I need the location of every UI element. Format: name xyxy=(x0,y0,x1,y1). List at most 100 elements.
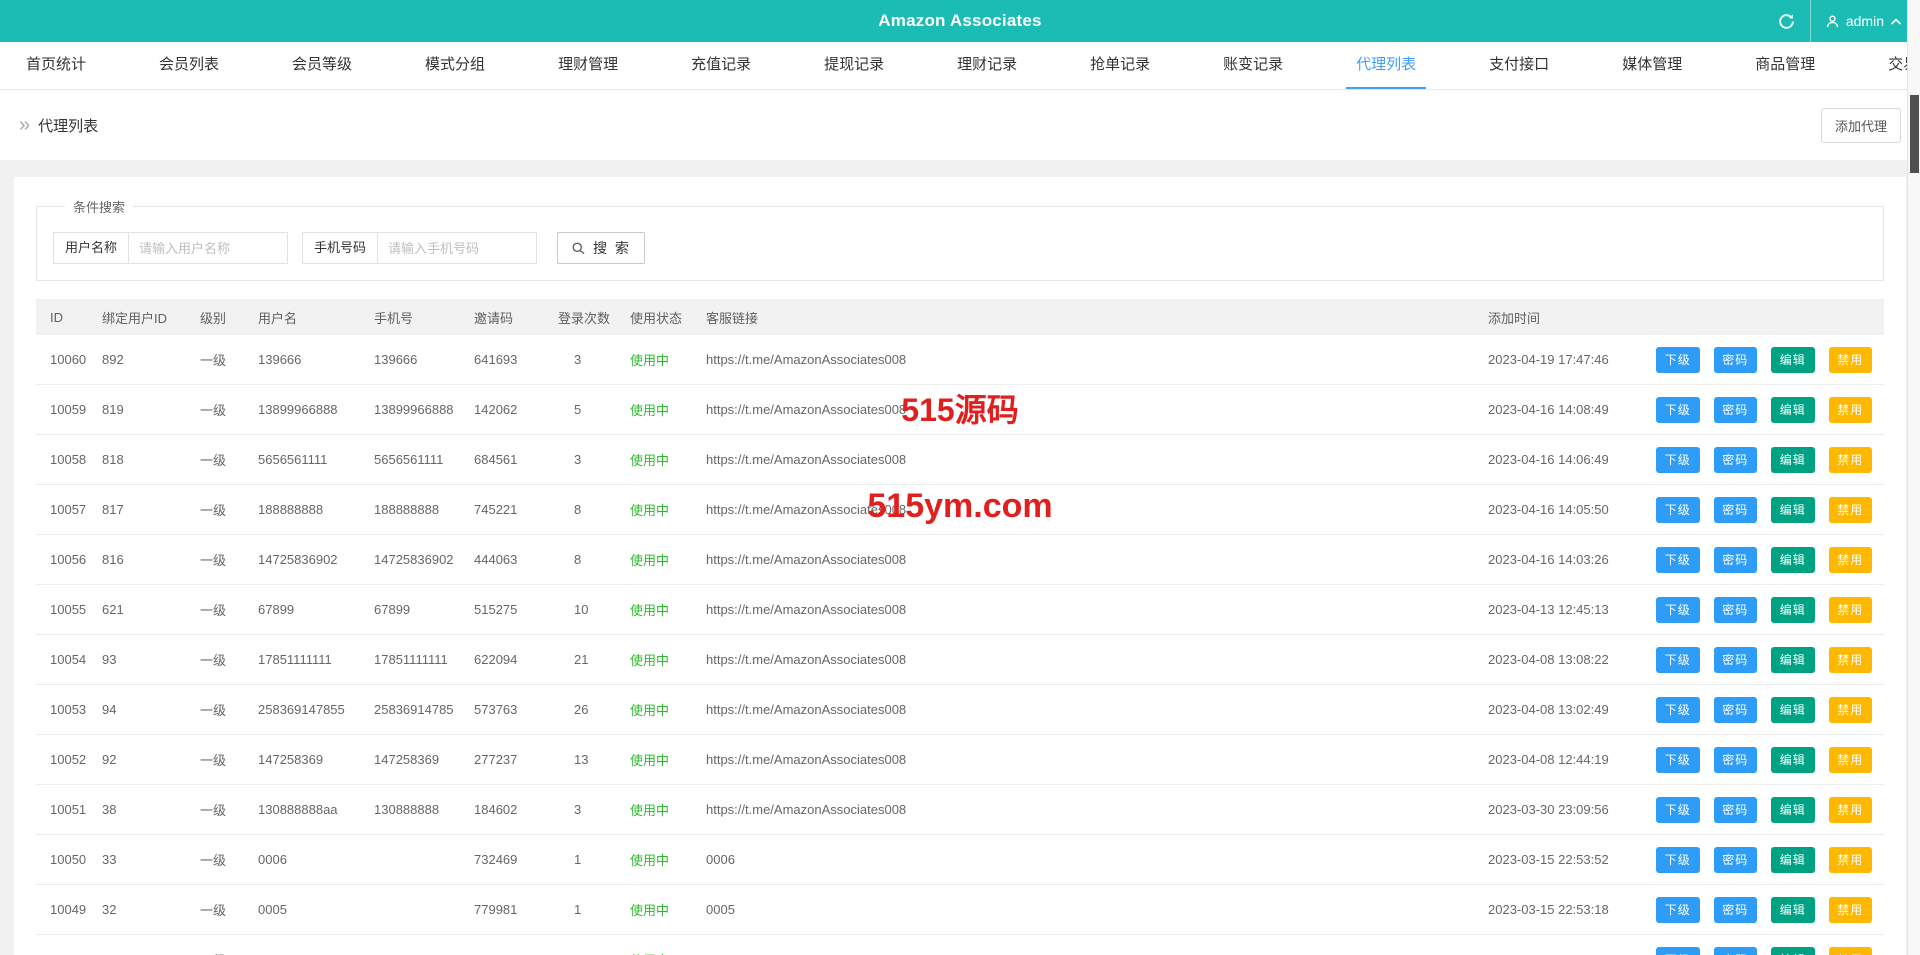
action-button-blue[interactable]: 下级 xyxy=(1656,446,1700,473)
action-button-blue[interactable]: 密码 xyxy=(1713,646,1757,673)
action-button-green[interactable]: 编辑 xyxy=(1771,696,1815,723)
column-header: 绑定用户ID xyxy=(98,299,196,335)
action-button-yellow[interactable]: 禁用 xyxy=(1828,596,1872,623)
action-button-green[interactable]: 编辑 xyxy=(1771,746,1815,773)
action-button-yellow[interactable]: 禁用 xyxy=(1828,796,1872,823)
action-button-blue[interactable]: 下级 xyxy=(1656,546,1700,573)
action-button-yellow[interactable]: 禁用 xyxy=(1828,396,1872,423)
cell-login_count: 1 xyxy=(554,834,626,885)
nav-tab-3[interactable]: 会员等级 xyxy=(282,42,362,89)
cell-level: 一级 xyxy=(196,335,254,385)
cell-actions: 下级密码编辑禁用 xyxy=(1652,834,1884,885)
action-button-blue[interactable]: 下级 xyxy=(1656,396,1700,423)
action-button-blue[interactable]: 密码 xyxy=(1713,446,1757,473)
action-button-green[interactable]: 编辑 xyxy=(1771,596,1815,623)
refresh-icon[interactable] xyxy=(1764,0,1810,42)
column-header: 邀请码 xyxy=(470,299,554,335)
add-agent-button[interactable]: 添加代理 xyxy=(1820,107,1901,143)
nav-tab-13[interactable]: 媒体管理 xyxy=(1612,42,1692,89)
action-button-yellow[interactable]: 禁用 xyxy=(1828,846,1872,873)
action-button-green[interactable]: 编辑 xyxy=(1771,446,1815,473)
cell-id: 10057 xyxy=(36,484,98,535)
action-button-yellow[interactable]: 禁用 xyxy=(1828,646,1872,673)
action-button-blue[interactable]: 密码 xyxy=(1713,896,1757,923)
nav-tab-4[interactable]: 模式分组 xyxy=(415,42,495,89)
action-button-blue[interactable]: 密码 xyxy=(1713,396,1757,423)
action-button-green[interactable]: 编辑 xyxy=(1771,496,1815,523)
action-button-blue[interactable]: 下级 xyxy=(1656,796,1700,823)
action-button-green[interactable]: 编辑 xyxy=(1771,546,1815,573)
cell-level: 一级 xyxy=(196,734,254,785)
action-button-yellow[interactable]: 禁用 xyxy=(1828,546,1872,573)
nav-tab-6[interactable]: 充值记录 xyxy=(681,42,761,89)
action-button-blue[interactable]: 密码 xyxy=(1713,796,1757,823)
action-button-blue[interactable]: 下级 xyxy=(1656,596,1700,623)
cell-invite_code: 684561 xyxy=(470,434,554,485)
action-button-blue[interactable]: 下级 xyxy=(1656,646,1700,673)
action-button-green[interactable]: 编辑 xyxy=(1771,396,1815,423)
cell-invite_code: 732469 xyxy=(470,834,554,885)
action-button-yellow[interactable]: 禁用 xyxy=(1828,696,1872,723)
action-button-blue[interactable]: 密码 xyxy=(1713,546,1757,573)
nav-tab-11[interactable]: 代理列表 xyxy=(1346,42,1427,89)
nav-tab-10[interactable]: 账变记录 xyxy=(1213,42,1293,89)
nav-tab-1[interactable]: 首页统计 xyxy=(16,42,96,89)
action-button-green[interactable]: 编辑 xyxy=(1771,346,1815,373)
action-button-blue[interactable]: 下级 xyxy=(1656,496,1700,523)
cell-level: 一级 xyxy=(196,934,254,955)
table-row: 1004831一级00049908242使用中00042023-03-15 22… xyxy=(36,934,1884,955)
cell-phone: 147258369 xyxy=(370,734,470,785)
action-button-blue[interactable]: 密码 xyxy=(1713,846,1757,873)
cell-service_link: https://t.me/AmazonAssociates008 xyxy=(702,684,1484,735)
action-button-yellow[interactable]: 禁用 xyxy=(1828,496,1872,523)
cell-service_link: https://t.me/AmazonAssociates008 xyxy=(702,784,1484,835)
action-button-yellow[interactable]: 禁用 xyxy=(1828,346,1872,373)
phone-search-input[interactable] xyxy=(377,232,538,264)
vertical-scrollbar[interactable] xyxy=(1907,0,1920,955)
action-button-yellow[interactable]: 禁用 xyxy=(1828,446,1872,473)
cell-login_count: 2 xyxy=(554,934,626,955)
action-button-yellow[interactable]: 禁用 xyxy=(1828,896,1872,923)
cell-service_link: 0005 xyxy=(702,884,1484,935)
nav-tab-14[interactable]: 商品管理 xyxy=(1745,42,1825,89)
action-button-blue[interactable]: 下级 xyxy=(1656,696,1700,723)
action-button-blue[interactable]: 下级 xyxy=(1656,946,1700,955)
username-search-input[interactable] xyxy=(128,232,289,264)
action-button-blue[interactable]: 密码 xyxy=(1713,946,1757,955)
scrollbar-thumb[interactable] xyxy=(1910,95,1919,173)
status-badge: 使用中 xyxy=(630,803,670,818)
search-button[interactable]: 搜 索 xyxy=(557,232,645,264)
action-button-blue[interactable]: 下级 xyxy=(1656,746,1700,773)
action-button-blue[interactable]: 密码 xyxy=(1713,746,1757,773)
user-menu[interactable]: admin xyxy=(1825,13,1902,29)
nav-tab-7[interactable]: 提现记录 xyxy=(814,42,894,89)
cell-actions: 下级密码编辑禁用 xyxy=(1652,884,1884,935)
table-row: 10052 92 一级 147258369 147258369 277237 13 使用中 ht… xyxy=(36,734,1884,785)
action-button-yellow[interactable]: 禁用 xyxy=(1828,946,1872,955)
cell-phone: 17851111111 xyxy=(370,634,470,685)
action-button-blue[interactable]: 下级 xyxy=(1656,846,1700,873)
cell-service_link: https://t.me/AmazonAssociates008 xyxy=(702,484,1484,535)
nav-tab-2[interactable]: 会员列表 xyxy=(149,42,229,89)
action-button-green[interactable]: 编辑 xyxy=(1771,946,1815,955)
action-button-green[interactable]: 编辑 xyxy=(1771,846,1815,873)
nav-tab-12[interactable]: 支付接口 xyxy=(1479,42,1559,89)
action-button-blue[interactable]: 下级 xyxy=(1656,346,1700,373)
action-button-blue[interactable]: 密码 xyxy=(1713,346,1757,373)
cell-id: 10049 xyxy=(36,884,98,935)
action-button-green[interactable]: 编辑 xyxy=(1771,646,1815,673)
username-search-group: 用户名称 xyxy=(53,232,289,264)
nav-tab-8[interactable]: 理财记录 xyxy=(947,42,1027,89)
nav-tab-5[interactable]: 理财管理 xyxy=(548,42,628,89)
status-badge: 使用中 xyxy=(630,653,670,668)
action-button-green[interactable]: 编辑 xyxy=(1771,896,1815,923)
content-card: 条件搜索 用户名称 手机号码 搜 索 xyxy=(14,177,1906,955)
action-button-blue[interactable]: 密码 xyxy=(1713,696,1757,723)
action-button-yellow[interactable]: 禁用 xyxy=(1828,746,1872,773)
cell-actions: 下级密码编辑禁用 xyxy=(1652,784,1884,835)
action-button-green[interactable]: 编辑 xyxy=(1771,796,1815,823)
action-button-blue[interactable]: 密码 xyxy=(1713,596,1757,623)
action-button-blue[interactable]: 密码 xyxy=(1713,496,1757,523)
action-button-blue[interactable]: 下级 xyxy=(1656,896,1700,923)
nav-tab-9[interactable]: 抢单记录 xyxy=(1080,42,1160,89)
